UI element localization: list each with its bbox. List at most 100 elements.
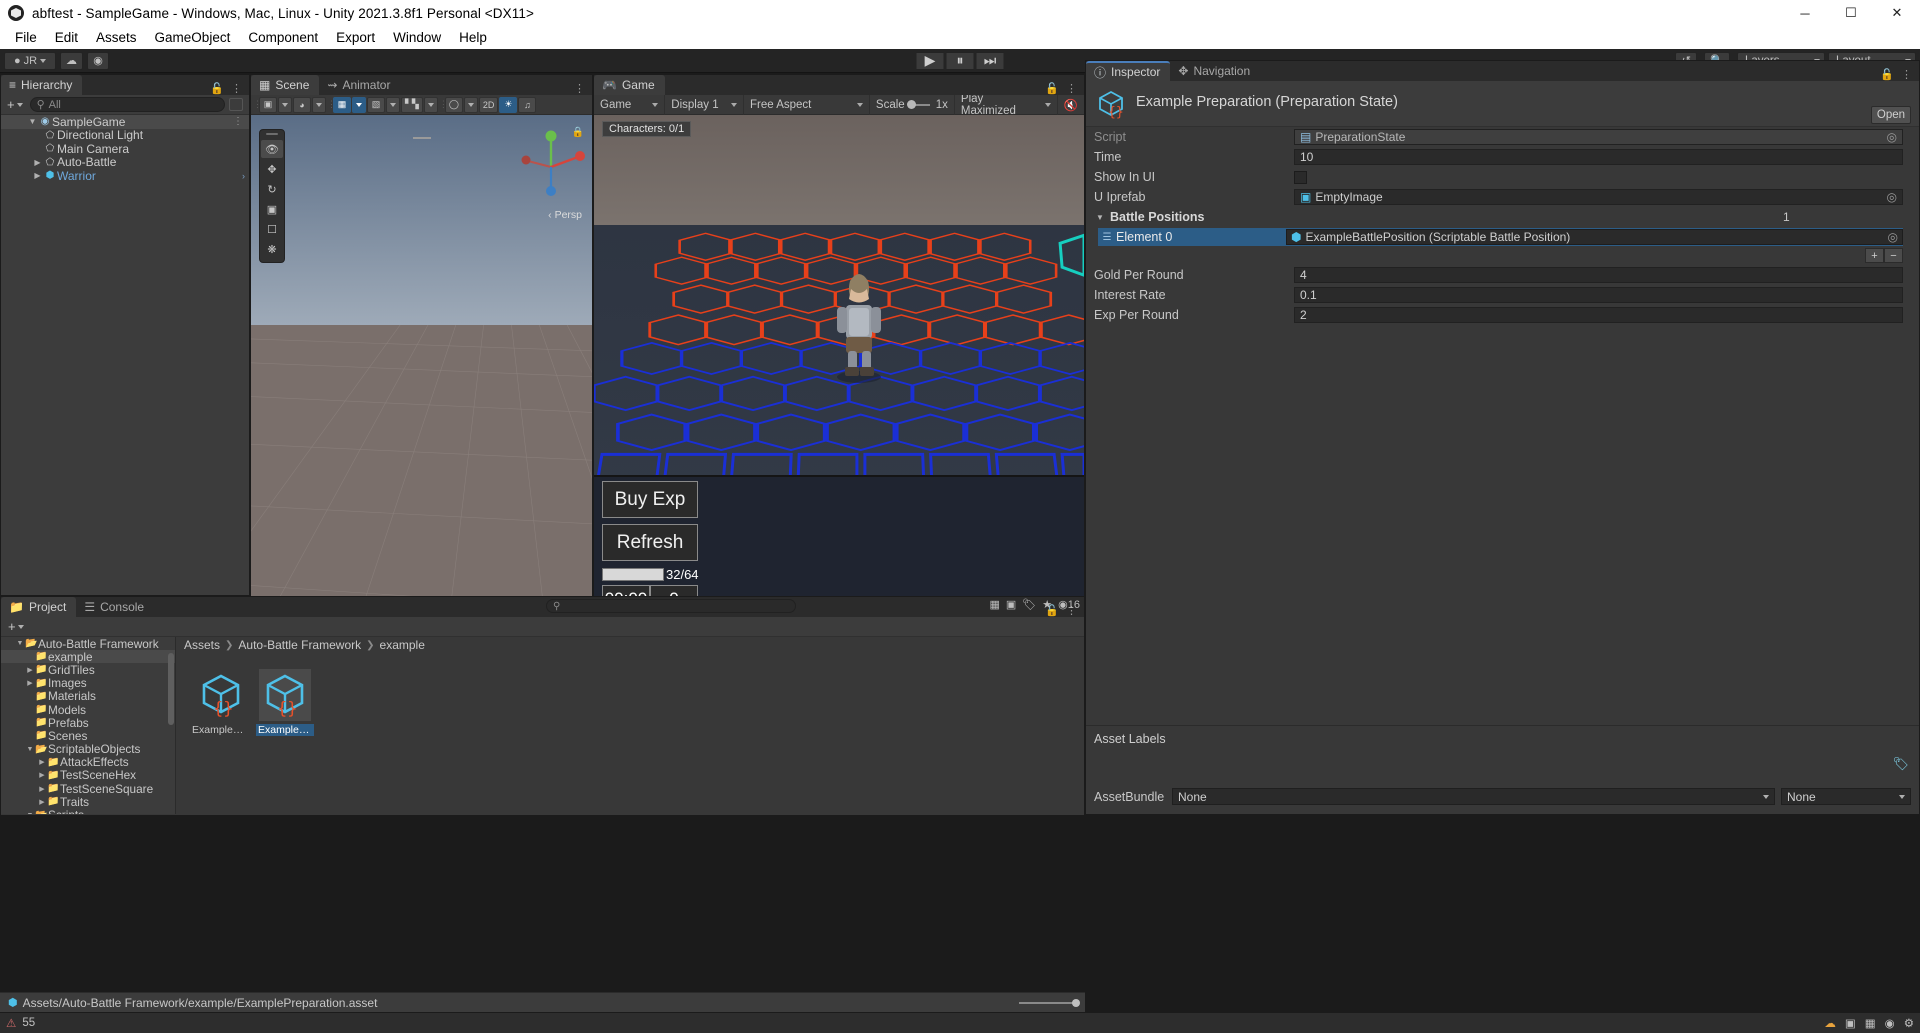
tab-project[interactable]: 📁 Project	[1, 597, 77, 617]
project-folder-scenes[interactable]: 📁 Scenes	[1, 729, 175, 743]
array-element-row[interactable]: ☰ Element 0 ⬢ ExampleBattlePosition (Scr…	[1098, 228, 1903, 246]
gold-per-round-input[interactable]: 4	[1294, 267, 1903, 283]
menu-gameobject[interactable]: GameObject	[146, 28, 240, 47]
close-button[interactable]: ✕	[1874, 0, 1920, 26]
status-message[interactable]: 55	[22, 1017, 35, 1029]
scene-drag-handle[interactable]	[412, 137, 431, 139]
minimize-button[interactable]: ─	[1782, 0, 1828, 26]
hierarchy-item-main-camera[interactable]: ⬠ Main Camera	[1, 142, 249, 156]
array-size-input[interactable]: 1	[1783, 209, 1903, 225]
project-folder-models[interactable]: 📁 Models	[1, 703, 175, 717]
scene-audio-button[interactable]: ♫	[518, 96, 537, 113]
script-object-field[interactable]: ▤ PreparationState ◎	[1294, 129, 1903, 145]
tab-scene[interactable]: ▦ Scene	[251, 75, 320, 95]
kebab-menu-icon[interactable]: ⋮	[1901, 68, 1912, 81]
label-tag-icon[interactable]: 🏷	[1892, 756, 1909, 772]
twirl-icon[interactable]: ▶	[37, 771, 47, 779]
ui-prefab-object-field[interactable]: ▣ EmptyImage ◎	[1294, 189, 1903, 205]
scale-slider-track[interactable]	[906, 100, 930, 109]
pause-button[interactable]: ⏸	[945, 51, 975, 70]
assetbundle-name-dropdown[interactable]: None	[1172, 788, 1775, 805]
twirl-icon[interactable]: ▼	[27, 117, 38, 126]
project-folder-attackeffects[interactable]: ▶ 📁 AttackEffects	[1, 755, 175, 769]
move-tool-button[interactable]: ✥	[261, 160, 283, 178]
open-asset-button[interactable]: Open	[1871, 106, 1911, 124]
hierarchy-item-directional-light[interactable]: ⬠ Directional Light	[1, 128, 249, 142]
palette-grip[interactable]	[266, 133, 278, 135]
hierarchy-item-samplegame[interactable]: ▼ ◉ SampleGame ⋮	[1, 115, 249, 129]
grid-toggle-button[interactable]: ▦	[333, 96, 351, 113]
services-button[interactable]: ◉	[87, 51, 109, 70]
aspect-ratio-dropdown[interactable]: Free Aspect	[744, 94, 870, 115]
gizmos-visibility-button[interactable]: ◯	[444, 96, 463, 113]
asset-item-examplebattleposition[interactable]: {} ExampleBa...	[192, 669, 250, 736]
save-search-icon[interactable]: ▦	[989, 598, 999, 611]
project-folder-materials[interactable]: 📁 Materials	[1, 689, 175, 703]
rotate-tool-button[interactable]: ↻	[261, 180, 283, 198]
buy-exp-button[interactable]: Buy Exp	[602, 481, 698, 518]
hierarchy-search-input[interactable]: ⚲ All	[29, 97, 225, 112]
project-folder-images[interactable]: ▶ 📁 Images	[1, 676, 175, 690]
kebab-menu-icon[interactable]: ⋮	[231, 82, 242, 95]
twirl-icon[interactable]: ▼	[15, 640, 25, 647]
filter-type-icon[interactable]: ▣	[1006, 598, 1016, 611]
game-view-dropdown[interactable]: Game	[594, 94, 666, 115]
collab-icon[interactable]: ☁	[1824, 1016, 1836, 1030]
assetbundle-variant-dropdown[interactable]: None	[1781, 788, 1911, 805]
breadcrumb-auto-battle-framework[interactable]: Auto-Battle Framework	[238, 638, 361, 652]
array-add-button[interactable]: +	[1865, 248, 1884, 263]
refresh-button[interactable]: Refresh	[602, 524, 698, 561]
thumbnail-zoom-slider[interactable]	[1019, 998, 1080, 1007]
inspector-array-battle-positions[interactable]: ▼ Battle Positions 1	[1086, 207, 1919, 227]
grid-snap-button[interactable]: ▧	[367, 96, 385, 113]
kebab-menu-icon[interactable]: ⋮	[574, 82, 585, 95]
mute-audio-button[interactable]: 🔇	[1058, 95, 1084, 115]
cloud-build-icon[interactable]: ▣	[1845, 1016, 1856, 1030]
lock-icon[interactable]: 🔓	[210, 82, 224, 95]
lock-icon[interactable]: 🔓	[1045, 82, 1059, 95]
kebab-menu-icon[interactable]: ⋮	[1066, 82, 1077, 95]
project-folder-testscenehex[interactable]: ▶ 📁 TestSceneHex	[1, 768, 175, 782]
interest-rate-input[interactable]: 0.1	[1294, 287, 1903, 303]
play-mode-dropdown[interactable]: Play Maximized	[955, 93, 1058, 117]
scale-tool-button[interactable]: ▣	[261, 200, 283, 218]
step-button[interactable]: ⏭	[975, 51, 1005, 70]
play-button[interactable]: ▶	[915, 51, 945, 70]
hierarchy-item-warrior[interactable]: ▶ ⬢ Warrior ›	[1, 169, 249, 183]
tab-animator[interactable]: ⇝ Animator	[319, 75, 400, 95]
transform-tool-button[interactable]: ❋	[261, 240, 283, 258]
object-picker-icon[interactable]: ◎	[1887, 190, 1897, 204]
object-picker-icon[interactable]: ◎	[1887, 130, 1897, 144]
project-folder-testscenesquare[interactable]: ▶ 📁 TestSceneSquare	[1, 782, 175, 796]
account-icon[interactable]: ◉	[1885, 1016, 1895, 1030]
breadcrumb-assets[interactable]: Assets	[184, 638, 220, 652]
scene-viewport[interactable]: 🔒 👁 ✥ ↻ ▣ ☐ ❋ ‹ Persp	[251, 115, 592, 614]
hierarchy-visibility-toggle[interactable]	[229, 98, 243, 111]
project-search-input[interactable]: ⚲	[546, 599, 796, 613]
project-folder-traits[interactable]: ▶ 📁 Traits	[1, 795, 175, 809]
toggle-2d-button[interactable]: 2D	[478, 96, 499, 113]
menu-component[interactable]: Component	[239, 28, 327, 47]
chevron-right-icon[interactable]: ›	[242, 171, 249, 181]
project-folder-gridtiles[interactable]: ▶ 📁 GridTiles	[1, 663, 175, 677]
twirl-icon[interactable]: ▶	[37, 758, 47, 766]
project-folder-tree[interactable]: ▼ 📂 Auto-Battle Framework 📁 example ▶ 📁 …	[1, 637, 176, 814]
draw-mode-dropdown[interactable]: ▣	[259, 96, 277, 113]
favorite-icon[interactable]: ★	[1042, 598, 1052, 611]
tab-game[interactable]: 🎮 Game	[594, 75, 665, 95]
project-folder-example[interactable]: 📁 example	[1, 650, 175, 664]
audio-levels-button[interactable]: ▘▚	[401, 96, 423, 113]
project-tree-scrollbar[interactable]	[168, 653, 174, 725]
audio-levels-caret[interactable]	[423, 96, 438, 113]
draw-mode-caret[interactable]	[278, 96, 292, 113]
create-asset-button[interactable]: +	[5, 619, 27, 634]
menu-window[interactable]: Window	[384, 28, 450, 47]
tab-navigation[interactable]: ✥ Navigation	[1170, 61, 1260, 81]
menu-assets[interactable]: Assets	[87, 28, 146, 47]
array-remove-button[interactable]: −	[1884, 248, 1903, 263]
create-gameobject-button[interactable]: +	[4, 97, 26, 112]
object-picker-icon[interactable]: ◎	[1888, 230, 1898, 244]
project-folder-scriptableobjects[interactable]: ▼ 📂 ScriptableObjects	[1, 742, 175, 756]
twirl-icon[interactable]: ▶	[32, 171, 43, 180]
lock-icon[interactable]: 🔓	[1880, 68, 1894, 81]
